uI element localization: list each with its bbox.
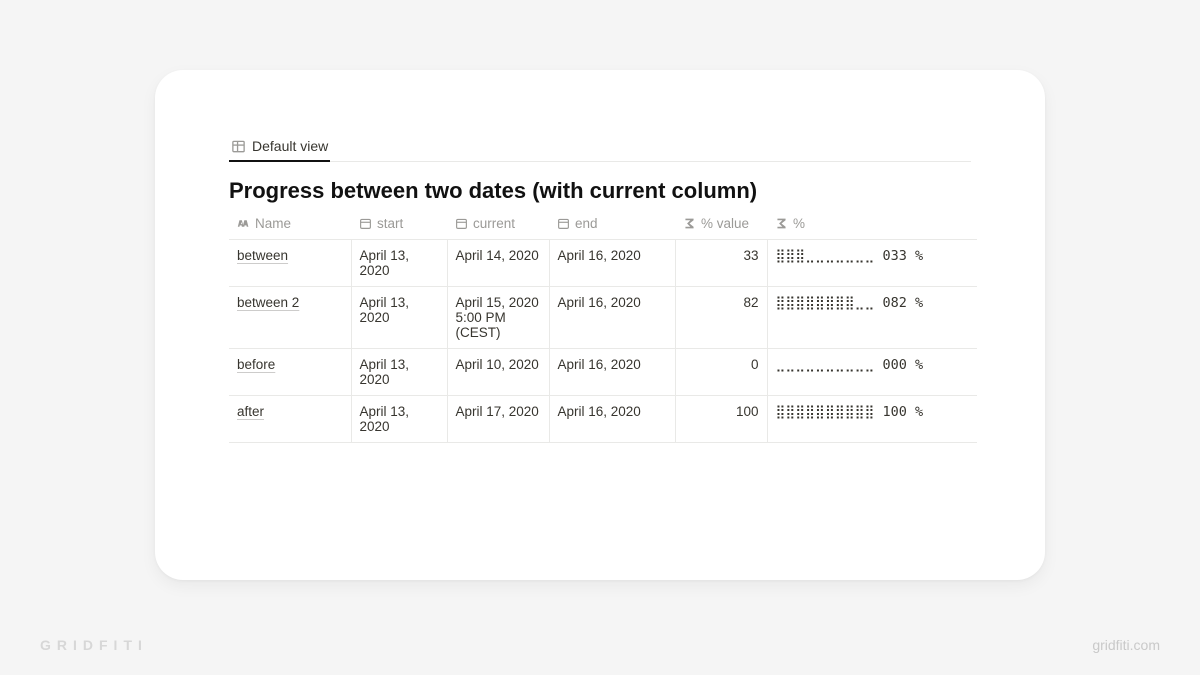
cell-start[interactable]: April 13, 2020 (351, 349, 447, 396)
col-header-current[interactable]: current (447, 210, 549, 240)
database-title[interactable]: Progress between two dates (with current… (229, 172, 971, 210)
cell-end[interactable]: April 16, 2020 (549, 287, 675, 349)
table-icon (231, 139, 246, 154)
cell-current[interactable]: April 17, 2020 (447, 396, 549, 443)
cell-pct[interactable]: ⣀⣀⣀⣀⣀⣀⣀⣀⣀⣀ 000 % (767, 349, 977, 396)
cell-end[interactable]: April 16, 2020 (549, 240, 675, 287)
title-property-icon (237, 217, 250, 230)
cell-current[interactable]: April 10, 2020 (447, 349, 549, 396)
cell-pct[interactable]: ⣿⣿⣿⣿⣿⣿⣿⣿⣿⣿ 100 % (767, 396, 977, 443)
cell-pct[interactable]: ⣿⣿⣿⣿⣿⣿⣿⣿⣀⣀ 082 % (767, 287, 977, 349)
cell-current[interactable]: April 15, 2020 5:00 PM (CEST) (447, 287, 549, 349)
table-row[interactable]: between April 13, 2020 April 14, 2020 Ap… (229, 240, 977, 287)
date-property-icon (455, 217, 468, 230)
cell-current[interactable]: April 14, 2020 (447, 240, 549, 287)
formula-property-icon (683, 217, 696, 230)
col-header-pct[interactable]: % (767, 210, 977, 240)
cell-pvalue[interactable]: 100 (675, 396, 767, 443)
cell-start[interactable]: April 13, 2020 (351, 396, 447, 443)
cell-start[interactable]: April 13, 2020 (351, 287, 447, 349)
table-header-row: Name start cur (229, 210, 977, 240)
brand-watermark: GRIDFITI (40, 637, 148, 653)
cell-name[interactable]: between 2 (229, 287, 351, 349)
cell-pvalue[interactable]: 33 (675, 240, 767, 287)
cell-pvalue[interactable]: 0 (675, 349, 767, 396)
view-tabbar: Default view (229, 134, 971, 162)
formula-property-icon (775, 217, 788, 230)
content-card: Default view Progress between two dates … (155, 70, 1045, 580)
date-property-icon (359, 217, 372, 230)
cell-pvalue[interactable]: 82 (675, 287, 767, 349)
tab-label: Default view (252, 138, 328, 154)
col-header-name[interactable]: Name (229, 210, 351, 240)
cell-name[interactable]: after (229, 396, 351, 443)
brand-url: gridfiti.com (1092, 637, 1160, 653)
date-property-icon (557, 217, 570, 230)
table-row[interactable]: before April 13, 2020 April 10, 2020 Apr… (229, 349, 977, 396)
cell-name[interactable]: before (229, 349, 351, 396)
cell-pct[interactable]: ⣿⣿⣿⣀⣀⣀⣀⣀⣀⣀ 033 % (767, 240, 977, 287)
cell-start[interactable]: April 13, 2020 (351, 240, 447, 287)
cell-end[interactable]: April 16, 2020 (549, 349, 675, 396)
col-header-start[interactable]: start (351, 210, 447, 240)
col-header-pvalue[interactable]: % value (675, 210, 767, 240)
data-table: Name start cur (229, 210, 977, 443)
tab-default-view[interactable]: Default view (229, 134, 330, 162)
table-row[interactable]: between 2 April 13, 2020 April 15, 2020 … (229, 287, 977, 349)
cell-end[interactable]: April 16, 2020 (549, 396, 675, 443)
table-row[interactable]: after April 13, 2020 April 17, 2020 Apri… (229, 396, 977, 443)
col-header-end[interactable]: end (549, 210, 675, 240)
cell-name[interactable]: between (229, 240, 351, 287)
